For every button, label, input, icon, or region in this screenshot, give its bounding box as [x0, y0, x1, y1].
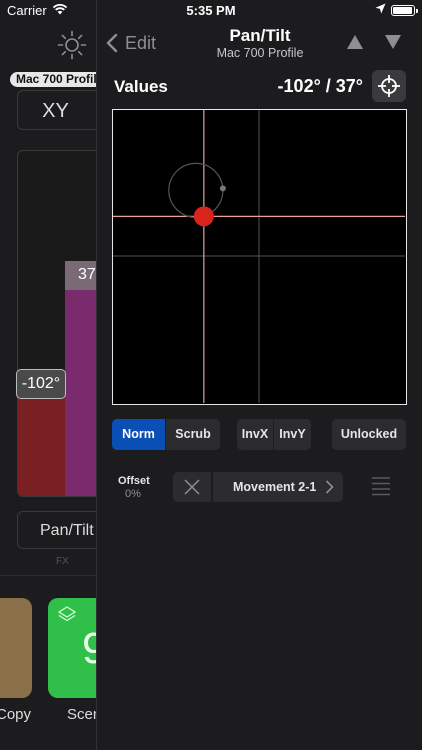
- sun-icon[interactable]: [57, 30, 87, 60]
- scene-tile-label: Scene: [67, 706, 96, 723]
- scene-layers-icon: [57, 606, 77, 622]
- xy-pad[interactable]: [112, 109, 407, 405]
- status-bar: Carrier 5:35 PM: [0, 0, 422, 22]
- tilt-level-bar: [65, 289, 96, 496]
- invert-y-button[interactable]: InvY: [274, 419, 311, 450]
- target-icon: [378, 75, 400, 97]
- values-label: Values: [114, 77, 168, 96]
- divider: [0, 575, 96, 576]
- page-subtitle: Mac 700 Profile: [216, 46, 304, 60]
- pantilt-panel: Edit Pan/Tilt Mac 700 Profile Values -10…: [96, 0, 422, 750]
- battery-icon: [391, 5, 418, 16]
- arrow-up-icon[interactable]: [345, 33, 365, 51]
- arrow-down-icon[interactable]: [383, 33, 403, 51]
- invert-segmented-control[interactable]: InvX InvY: [237, 419, 311, 450]
- copy-tile[interactable]: [0, 598, 32, 698]
- xy-button[interactable]: XY: [17, 90, 96, 130]
- position-cursor[interactable]: [193, 206, 214, 227]
- clock: 5:35 PM: [186, 3, 236, 18]
- page-title: Pan/Tilt: [229, 26, 291, 45]
- effect-selector[interactable]: Movement 2-1: [213, 472, 343, 502]
- center-target-button[interactable]: [372, 70, 406, 102]
- invert-x-button[interactable]: InvX: [237, 419, 274, 450]
- fixture-tag: Mac 700 Profile: [10, 72, 96, 87]
- values-readout: -102° / 37°: [277, 76, 363, 96]
- scene-tile[interactable]: 9: [48, 598, 96, 698]
- mode-scrub-button[interactable]: Scrub: [166, 419, 220, 450]
- chevron-right-icon: [325, 480, 334, 494]
- copy-tile-label: Copy: [0, 706, 32, 723]
- pan-value-label: -102°: [16, 369, 66, 399]
- mode-segmented-control[interactable]: Norm Scrub: [112, 419, 220, 450]
- clear-effect-button[interactable]: [173, 472, 211, 502]
- movement-path: [168, 162, 224, 218]
- value-meter[interactable]: [17, 150, 96, 497]
- pantilt-button[interactable]: Pan/Tilt: [17, 511, 96, 549]
- scene-number: 9: [82, 624, 96, 673]
- lock-toggle-button[interactable]: Unlocked: [332, 419, 406, 450]
- pan-level-bar: [18, 392, 65, 496]
- offset-label: Offset: [118, 475, 150, 487]
- background-app: Mac 700 Profile XY 37° -102° Pan/Tilt FX…: [0, 0, 96, 750]
- location-icon: [375, 3, 386, 14]
- movement-path-marker: [219, 185, 226, 192]
- mode-norm-button[interactable]: Norm: [112, 419, 166, 450]
- menu-icon[interactable]: [372, 476, 390, 496]
- fx-label: FX: [56, 556, 69, 567]
- tilt-value-label: 37°: [78, 266, 96, 283]
- clear-icon: [184, 479, 200, 495]
- effect-name: Movement 2-1: [233, 480, 317, 494]
- offset-value[interactable]: 0%: [125, 488, 141, 500]
